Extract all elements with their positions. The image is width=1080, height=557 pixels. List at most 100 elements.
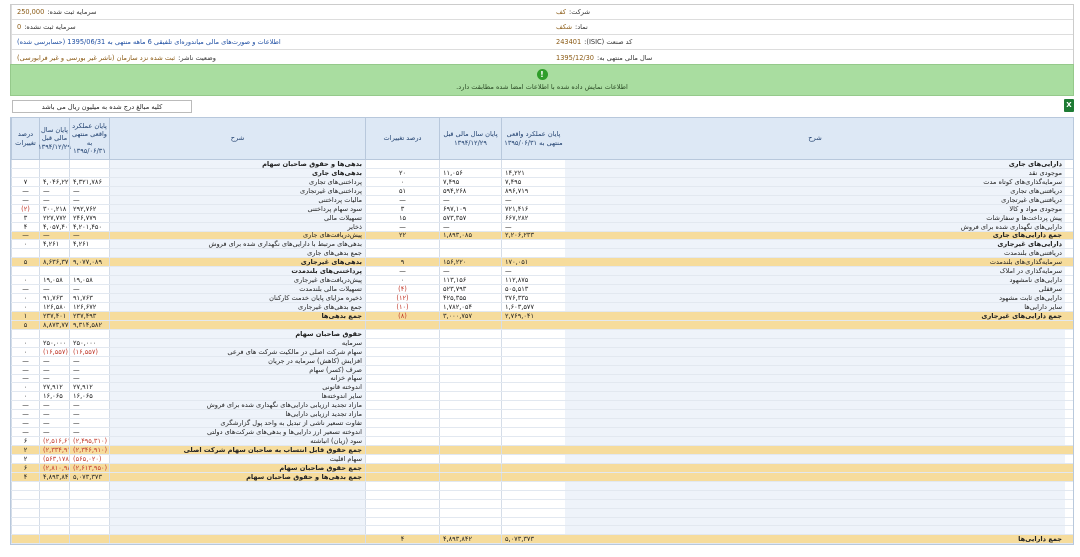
liab-prev-cell (39, 499, 69, 508)
asset-pct-cell: ۰ (365, 177, 439, 186)
liab-cur-cell: ۲۴۶,۷۷۹ (69, 213, 109, 222)
liab-prev-cell (39, 168, 69, 177)
table-row: — — — پیش‌دریافت‌های جاری ۲۲ ۱,۸۹۳,۰۸۵ ۲,۲۰۶,۲… (11, 231, 1073, 241)
liab-cur-cell: ۱۶,۰۶۵ (69, 392, 109, 401)
company-value: کف (556, 8, 566, 16)
table-row: ۴۴,۰۵۷,۴۰۲۴,۲۰۱,۴۵۰ذخایر———دارایی‌های نگ… (11, 222, 1073, 232)
asset-label-cell: دارایی‌های نامشهود (565, 276, 1065, 285)
liab-label-cell (109, 526, 365, 535)
asset-label-cell (565, 347, 1065, 356)
asset-cur-cell (501, 508, 565, 517)
liab-cur-cell: — (69, 401, 109, 410)
asset-cur-cell: — (501, 222, 565, 231)
liab-label-cell: حقوق صاحبان سهام (109, 329, 365, 338)
liab-label-cell: سود (زیان) انباشته (109, 437, 365, 445)
liab-label-cell: سود سهام پرداختنی (109, 204, 365, 213)
financial-statement-page: سرمایه ثبت شده: 250,000 شرکت: کف سرمایه ثب… (0, 0, 1080, 557)
table-row (11, 508, 1073, 518)
liab-pct-cell: ۰ (11, 383, 39, 392)
liab-cur-cell (69, 526, 109, 535)
liab-cur-cell: ۱۹,۰۵۸ (69, 276, 109, 285)
asset-cur-cell: ۵۰۵,۵۱۳ (501, 285, 565, 294)
asset-cur-cell: ۲,۷۶۹,۰۴۱ (501, 311, 565, 320)
liab-prev-cell: (۵۶۳,۱۷۸) (39, 454, 69, 463)
liab-prev-cell (39, 329, 69, 338)
liab-pct-cell: — (11, 410, 39, 419)
liab-cur-cell: — (69, 186, 109, 195)
liab-pct-cell: ۶ (11, 463, 39, 472)
liab-cur-cell: ۴,۳۲۱,۷۸۶ (69, 177, 109, 186)
unreg-capital-value: 0 (17, 23, 22, 31)
asset-label-cell (565, 446, 1065, 454)
fiscal-year-cell: سال مالی منتهی به: 1395/12/30 (551, 50, 1075, 65)
table-row: ۰ (۱۶,۵۵۷) (۱۶,۵۵۷) سهام شرکت اصلی در مالکی… (11, 347, 1073, 357)
asset-label-cell: موجودی مواد و کالا (565, 204, 1065, 213)
liab-cur-cell: ۲۳۷,۴۹۳ (69, 311, 109, 320)
liab-pct-cell: — (11, 419, 39, 428)
liab-pct-cell: ۱ (11, 311, 39, 320)
asset-prev-cell: ۵۲۳,۷۹۳ (439, 285, 501, 294)
asset-prev-cell (439, 508, 501, 517)
table-row: ۲(۲,۳۳۴,۹۱۷)(۲,۳۴۶,۹۱۰)جمع حقوق قابل انت… (11, 446, 1073, 455)
header-asset-pct: درصد تغییرات (365, 118, 439, 159)
asset-prev-cell (439, 472, 501, 481)
liab-prev-cell: (۲,۸۱۰,۹۸۲) (39, 463, 69, 472)
table-row: پرداختنی‌های بلندمدت — — — سرمایه‌گذاری در ا… (11, 267, 1073, 277)
asset-pct-cell: ۲۲ (365, 231, 439, 240)
asset-pct-cell (365, 347, 439, 356)
asset-pct-cell (365, 383, 439, 392)
liab-label-cell: پرداختنی‌های تجاری (109, 177, 365, 186)
asset-pct-cell: — (365, 195, 439, 204)
asset-pct-cell (365, 446, 439, 454)
asset-label-cell: پیش پرداخت‌ها و سفارشات (565, 213, 1065, 222)
liab-cur-cell: (۱۶,۵۵۷) (69, 347, 109, 356)
liab-cur-cell: ۲۵۰,۰۰۰ (69, 338, 109, 347)
liab-label-cell: بدهی‌های غیرجاری (109, 258, 365, 267)
liab-pct-cell (11, 481, 39, 490)
liab-prev-cell: ۲۲۷,۷۷۲ (39, 213, 69, 222)
liab-prev-cell: — (39, 401, 69, 410)
asset-cur-cell: ۱۴,۲۲۱ (501, 168, 565, 177)
liab-label-cell (109, 499, 365, 508)
asset-pct-cell: (۱۰) (365, 303, 439, 311)
asset-label-cell (565, 437, 1065, 445)
asset-prev-cell (439, 249, 501, 258)
asset-label-cell: دریافتنی‌های غیرتجاری (565, 195, 1065, 204)
asset-prev-cell: — (439, 267, 501, 276)
asset-label-cell (565, 454, 1065, 463)
liab-cur-cell (69, 481, 109, 490)
liab-pct-cell (11, 517, 39, 526)
asset-pct-cell (365, 160, 439, 168)
company-info-table: سرمایه ثبت شده: 250,000 شرکت: کف سرمایه ثب… (10, 4, 1074, 66)
asset-cur-cell: ۵,۰۷۳,۳۷۳ (501, 535, 565, 544)
asset-cur-cell (501, 437, 565, 445)
asset-cur-cell (501, 320, 565, 329)
asset-label-cell (565, 338, 1065, 347)
liab-pct-cell (11, 168, 39, 177)
capital-cell: سرمایه ثبت شده: 250,000 (11, 5, 551, 19)
asset-pct-cell: ۹ (365, 258, 439, 267)
asset-cur-cell (501, 517, 565, 526)
liab-cur-cell: — (69, 365, 109, 374)
verification-notice: ! اطلاعات نمایش داده شده با اطلاعات امضا… (10, 64, 1074, 96)
asset-cur-cell: ۱,۶۰۳,۵۷۷ (501, 303, 565, 311)
liab-cur-cell: — (69, 285, 109, 294)
asset-label-cell (565, 490, 1065, 499)
liab-cur-cell (69, 168, 109, 177)
liab-cur-cell: — (69, 374, 109, 383)
liab-prev-cell: ۲۳۷,۴۰۱ (39, 311, 69, 320)
liab-pct-cell (11, 508, 39, 517)
asset-cur-cell (501, 365, 565, 374)
liab-cur-cell: (۲,۳۴۶,۹۱۰) (69, 446, 109, 454)
liab-pct-cell: — (11, 195, 39, 204)
liab-label-cell (109, 517, 365, 526)
liab-pct-cell: ۷ (11, 177, 39, 186)
liab-prev-cell: — (39, 186, 69, 195)
asset-cur-cell (501, 347, 565, 356)
asset-label-cell: دارایی‌های غیرجاری (565, 240, 1065, 249)
asset-cur-cell: — (501, 195, 565, 204)
asset-cur-cell (501, 249, 565, 258)
excel-export-icon[interactable]: X (1064, 99, 1074, 112)
header-liab-cur: پایان عملکرد واقعی منتهی به ۱۳۹۵/۰۶/۳۱ (69, 118, 109, 159)
liab-prev-cell (39, 526, 69, 535)
